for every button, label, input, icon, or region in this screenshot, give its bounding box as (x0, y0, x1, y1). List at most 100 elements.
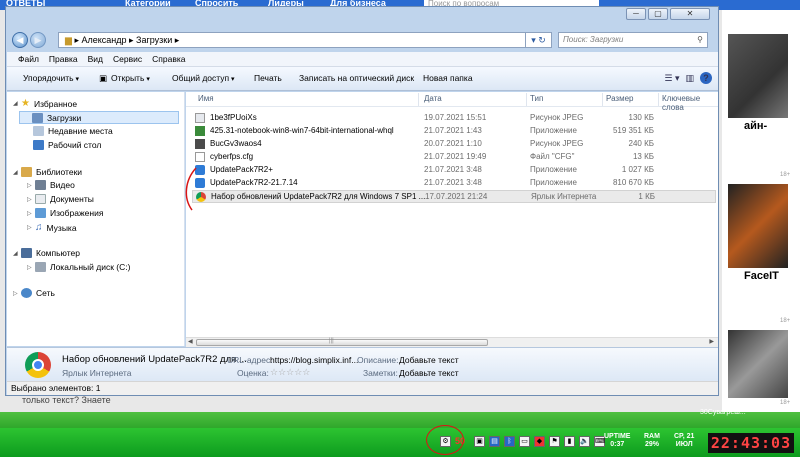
column-type[interactable]: Тип (530, 94, 543, 103)
expand-arrow-icon[interactable]: ▷ (27, 210, 32, 217)
nav-computer[interactable]: Компьютер (21, 248, 80, 258)
images-library-icon (35, 208, 46, 218)
article-thumbnail[interactable] (728, 330, 788, 398)
notes-input[interactable]: Добавьте текст (399, 368, 459, 378)
menu-tools[interactable]: Сервис (108, 52, 147, 66)
column-name[interactable]: Имя (198, 94, 214, 103)
file-row[interactable]: UpdatePack7R2-21.7.14 21.07.2021 3:48 Пр… (192, 177, 716, 190)
column-size[interactable]: Размер (606, 94, 634, 103)
nav-documents[interactable]: Документы (35, 194, 94, 204)
scroll-right-icon[interactable]: ▶ (709, 338, 714, 345)
column-date[interactable]: Дата (424, 94, 442, 103)
folder-icon: ▆ (65, 35, 72, 45)
age-badge: 18+ (780, 318, 791, 324)
nav-recent-places[interactable]: Недавние места (33, 126, 113, 136)
refresh-icon[interactable]: ▾ ↻ (526, 32, 552, 48)
share-button[interactable]: Общий доступ (172, 72, 235, 86)
page-green-band (0, 412, 800, 428)
help-icon[interactable]: ? (700, 72, 712, 84)
nav-favorites[interactable]: ★ Избранное (21, 98, 77, 109)
rating-stars[interactable]: ☆☆☆☆☆ (270, 367, 310, 378)
nav-video[interactable]: Видео (35, 180, 75, 190)
windows-update-icon (195, 165, 205, 175)
signal-icon[interactable]: ▮ (564, 436, 575, 447)
nav-images[interactable]: Изображения (35, 208, 103, 218)
folder-search-input[interactable]: ⚲ Поиск: Загрузки (558, 32, 708, 48)
article-headline[interactable]: FaceIT (744, 270, 779, 282)
antivirus-tray-icon[interactable]: ◆ (534, 436, 545, 447)
uptime-widget: UPTIME 0:37 (604, 433, 631, 448)
date-widget[interactable]: СР, 21 ИЮЛ (674, 433, 694, 449)
installer-icon (195, 126, 205, 136)
expand-arrow-icon[interactable]: ▷ (27, 182, 32, 189)
horizontal-scrollbar[interactable]: ◀ ||| ▶ (186, 337, 718, 347)
camera-tray-icon[interactable]: ▣ (474, 436, 485, 447)
computer-icon (21, 248, 32, 258)
libraries-icon (21, 167, 32, 177)
preview-pane-icon[interactable]: ▥ (685, 73, 694, 84)
nav-network[interactable]: Сеть (21, 288, 55, 298)
column-keywords[interactable]: Ключевые слова (662, 94, 718, 112)
view-options-icon[interactable]: ☰ ▾ (664, 73, 679, 84)
details-subtitle: Ярлык Интернета (62, 368, 132, 378)
organize-button[interactable]: Упорядочить (23, 72, 79, 86)
expand-arrow-icon[interactable]: ▷ (13, 290, 18, 297)
print-button[interactable]: Печать (254, 72, 282, 85)
menu-view[interactable]: Вид (83, 52, 108, 66)
description-input[interactable]: Добавьте текст (399, 355, 459, 365)
nav-downloads[interactable]: Загрузки (19, 111, 179, 124)
file-row[interactable]: cyberfps.cfg 21.07.2021 19:49 Файл "CFG"… (192, 151, 716, 164)
jpeg-file-icon (195, 113, 205, 123)
nav-local-disk[interactable]: Локальный диск (C:) (35, 262, 130, 272)
file-row[interactable]: BucGv3waos4 20.07.2021 1:10 Рисунок JPEG… (192, 138, 716, 151)
video-library-icon (35, 180, 46, 190)
minimize-button[interactable]: ─ (626, 8, 646, 20)
collapse-arrow-icon[interactable]: ◢ (13, 169, 18, 176)
expand-arrow-icon[interactable]: ▷ (27, 224, 32, 231)
file-row-selected[interactable]: Набор обновлений UpdatePack7R2 для Windo… (192, 190, 716, 203)
address-input[interactable]: ▆ ▸ Александр ▸ Загрузки ▸ (58, 32, 526, 48)
expand-arrow-icon[interactable]: ▷ (27, 196, 32, 203)
scroll-left-icon[interactable]: ◀ (188, 338, 193, 345)
burn-button[interactable]: Записать на оптический диск (299, 72, 414, 85)
file-row[interactable]: 425.31-notebook-win8-win7-64bit-internat… (192, 125, 716, 138)
command-bar: Упорядочить ▣ Открыть Общий доступ Печат… (7, 67, 718, 91)
article-thumbnail[interactable] (728, 184, 788, 268)
nav-desktop[interactable]: Рабочий стол (33, 140, 101, 150)
maximize-button[interactable]: ▢ (648, 8, 668, 20)
back-arrow-icon[interactable]: ◀ (12, 32, 28, 48)
url-value[interactable]: https://blog.simplix.inf... (270, 355, 358, 365)
expand-arrow-icon[interactable]: ▷ (27, 264, 32, 271)
menu-help[interactable]: Справка (147, 52, 190, 66)
collapse-arrow-icon[interactable]: ◢ (13, 250, 18, 257)
file-row[interactable]: 1be3fPUoiXs 19.07.2021 15:51 Рисунок JPE… (192, 112, 716, 125)
volume-icon[interactable]: 🔈 (579, 436, 590, 447)
monitor-tray-icon[interactable]: ▭ (519, 436, 530, 447)
breadcrumb-downloads[interactable]: Загрузки (136, 35, 172, 45)
new-folder-button[interactable]: Новая папка (423, 72, 473, 85)
nav-libraries[interactable]: Библиотеки (21, 167, 82, 177)
article-thumbnail[interactable] (728, 34, 788, 118)
nav-music[interactable]: ♫ Музыка (35, 222, 77, 233)
window-titlebar[interactable]: ─ ▢ ✕ (6, 7, 718, 27)
breadcrumb-user[interactable]: Александр (81, 35, 126, 45)
rating-label: Оценка: (237, 368, 269, 378)
open-button[interactable]: Открыть (111, 72, 150, 86)
menu-edit[interactable]: Правка (44, 52, 83, 66)
close-button[interactable]: ✕ (670, 8, 710, 20)
article-headline[interactable]: айн- (744, 120, 767, 132)
file-row[interactable]: UpdatePack7R2+ 21.07.2021 3:48 Приложени… (192, 164, 716, 177)
bluetooth-icon[interactable]: ᛒ (504, 436, 515, 447)
network-tray-icon[interactable]: ▤ (489, 436, 500, 447)
details-pane: Набор обновлений UpdatePack7R2 для ... Я… (7, 347, 718, 381)
jpeg-file-icon (195, 139, 205, 149)
documents-library-icon (35, 194, 46, 204)
scrollbar-thumb[interactable] (196, 339, 488, 346)
scroll-grip-icon: ||| (329, 338, 334, 344)
forward-arrow-icon[interactable]: ▶ (30, 32, 46, 48)
collapse-arrow-icon[interactable]: ◢ (13, 100, 18, 107)
clock[interactable]: 22:43:03 (708, 433, 794, 453)
menu-bar: Файл Правка Вид Сервис Справка (7, 52, 718, 67)
menu-file[interactable]: Файл (13, 52, 44, 66)
flag-tray-icon[interactable]: ⚑ (549, 436, 560, 447)
